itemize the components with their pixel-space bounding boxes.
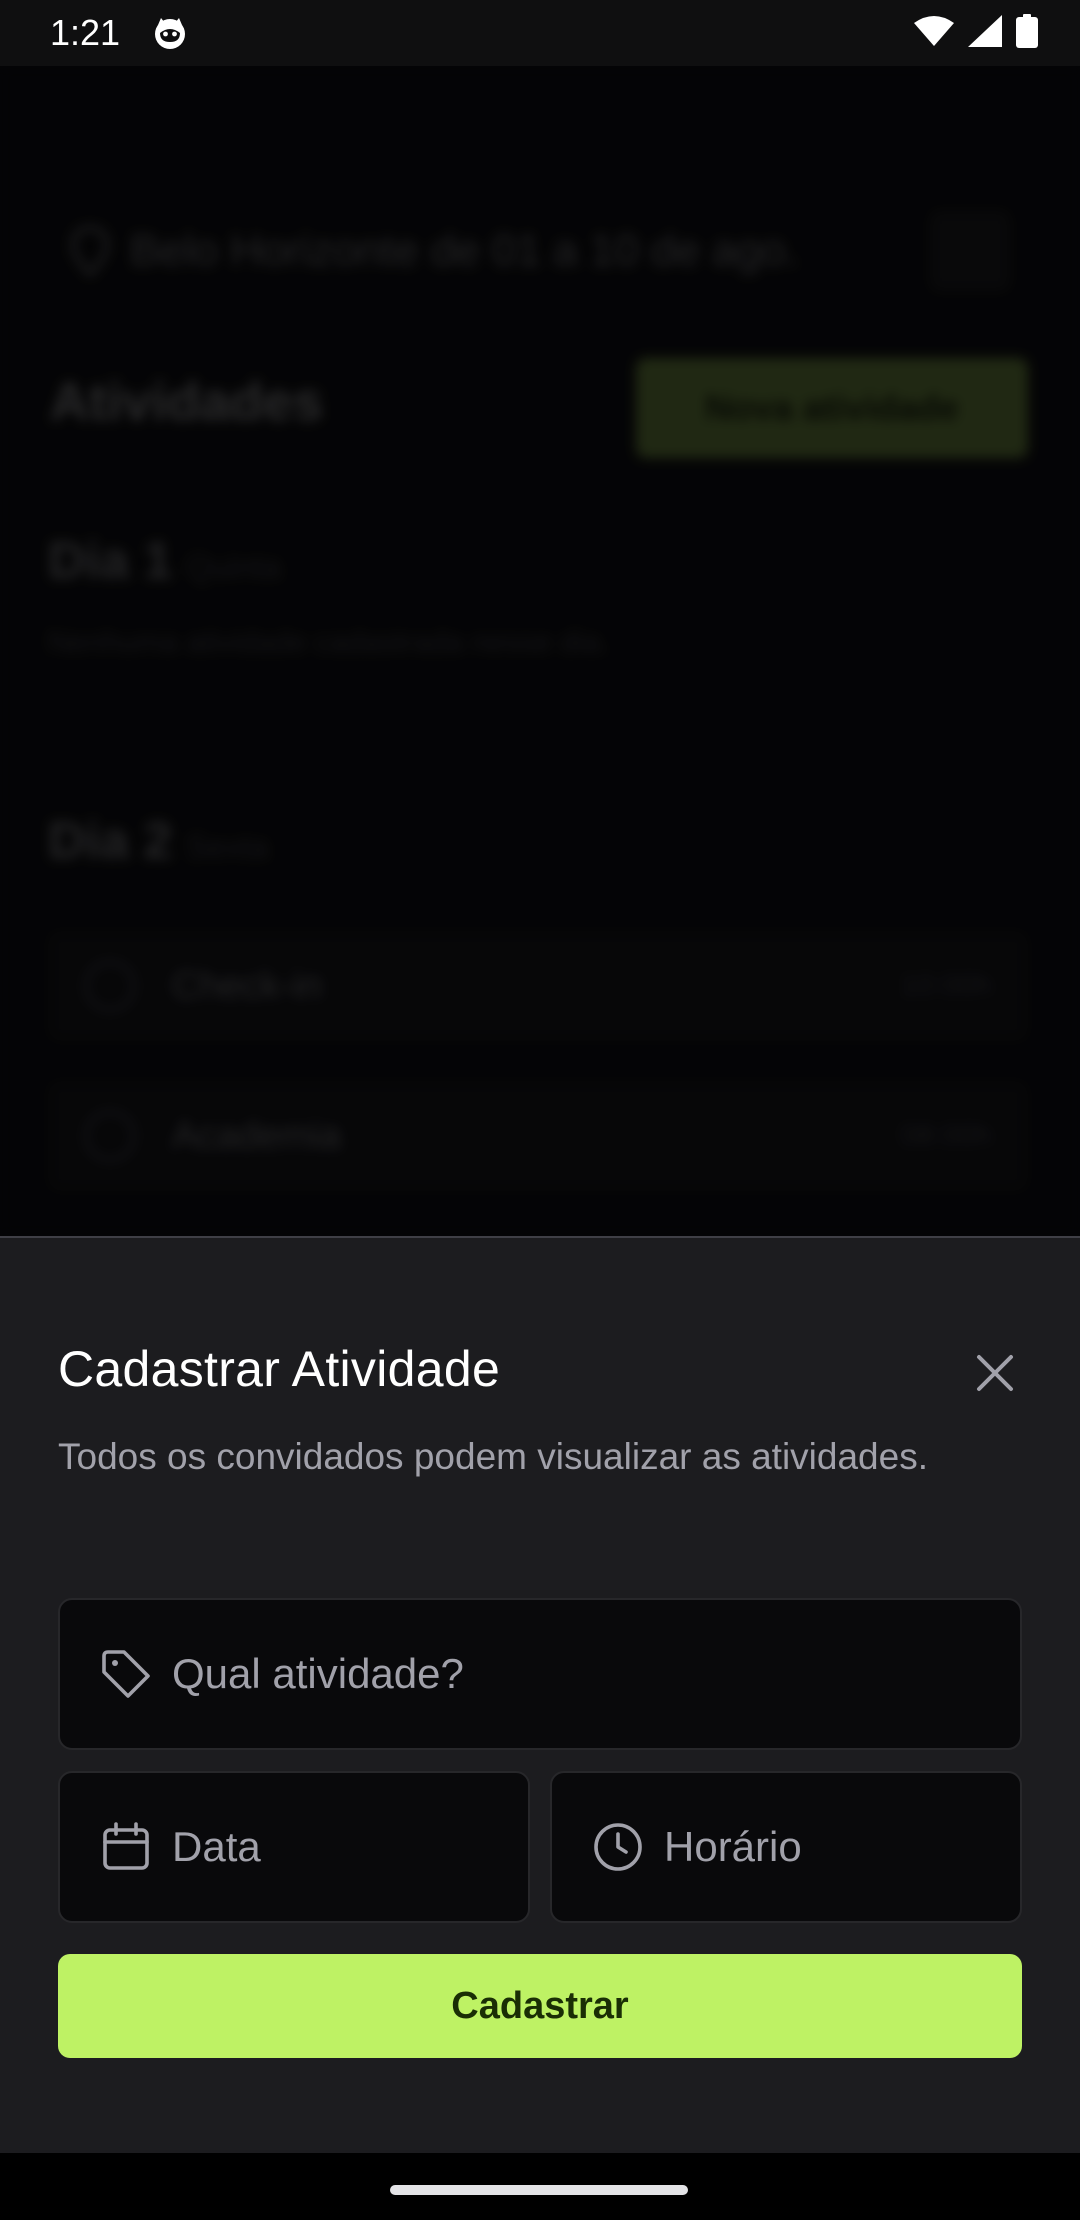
wifi-icon	[914, 16, 954, 46]
create-activity-sheet: Cadastrar Atividade Todos os convidados …	[0, 1236, 1080, 2153]
home-indicator[interactable]	[390, 2185, 688, 2195]
tag-icon	[102, 1650, 150, 1698]
activity-field[interactable]	[58, 1598, 1022, 1750]
clock-icon	[594, 1823, 642, 1871]
app-screen: 1:21 Belo Horizonte de 01 a 10 de ago. A…	[0, 0, 1080, 2220]
navigation-bar	[0, 2153, 1080, 2220]
activity-input[interactable]	[172, 1600, 1020, 1748]
calendar-icon	[103, 1822, 149, 1870]
sheet-title: Cadastrar Atividade	[58, 1341, 501, 1397]
signal-icon	[968, 15, 1002, 47]
time-field[interactable]	[550, 1771, 1022, 1923]
sheet-description: Todos os convidados podem visualizar as …	[58, 1436, 928, 1477]
battery-icon	[1016, 14, 1038, 48]
cat-notification-icon	[155, 18, 185, 49]
date-input[interactable]	[172, 1773, 528, 1921]
modal-scrim[interactable]	[0, 66, 1080, 1236]
close-icon[interactable]	[970, 1348, 1020, 1398]
status-bar: 1:21	[0, 0, 1080, 66]
date-field[interactable]	[58, 1771, 530, 1923]
status-icons	[914, 14, 1038, 48]
time-input[interactable]	[664, 1773, 1020, 1921]
submit-button[interactable]: Cadastrar	[58, 1954, 1022, 2058]
status-time: 1:21	[50, 12, 121, 53]
